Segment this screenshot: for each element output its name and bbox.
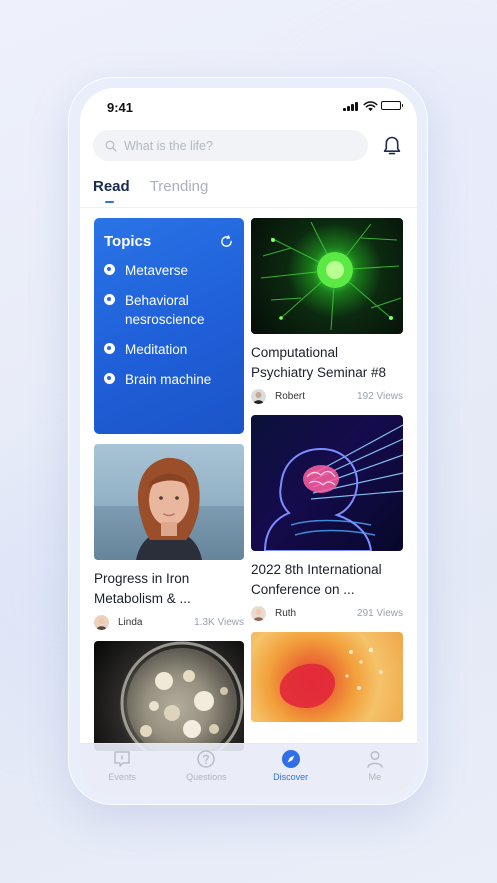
view-count: 1.3K Views (194, 617, 244, 628)
article-meta: Linda 1.3K Views (94, 615, 244, 630)
topic-label: Metaverse (125, 263, 189, 278)
topics-card[interactable]: Topics Metaverse Behavioral nesroscience… (94, 218, 244, 434)
feed-column-left: Topics Metaverse Behavioral nesroscience… (94, 218, 244, 751)
nav-discover[interactable]: Discover (256, 749, 326, 797)
cellular-signal-icon (343, 102, 358, 111)
author-name[interactable]: Robert (275, 391, 305, 402)
topic-label: Meditation (125, 342, 188, 357)
article-card[interactable]: Progress in Iron Metabolism & ... Linda … (94, 444, 244, 630)
tab-read[interactable]: Read (93, 178, 130, 203)
question-icon (197, 750, 216, 768)
article-card[interactable]: Computational Psychiatry Seminar #8 Robe… (251, 218, 403, 404)
active-tab-indicator (105, 201, 114, 203)
article-thumbnail (251, 632, 403, 722)
cell-texture-image (279, 647, 383, 708)
article-meta: Ruth 291 Views (251, 606, 403, 621)
nav-events[interactable]: Events (87, 749, 157, 797)
refresh-icon[interactable] (220, 235, 233, 248)
nav-me[interactable]: Me (340, 749, 410, 797)
nav-label: Discover (273, 772, 309, 782)
search-bar[interactable] (93, 130, 368, 161)
tab-trending[interactable]: Trending (150, 178, 209, 195)
topic-label: Brain machine (125, 372, 212, 387)
topic-item-behavioral-neuroscience[interactable]: Behavioral nesroscience (104, 291, 234, 329)
nav-label: Me (368, 772, 382, 782)
user-icon (367, 750, 383, 768)
status-bar: 9:41 (80, 88, 417, 128)
author-avatar[interactable] (94, 615, 109, 630)
petri-dish-image (120, 641, 244, 751)
header-divider (80, 207, 417, 208)
nav-label: Events (108, 772, 136, 782)
article-thumbnail (251, 218, 403, 334)
article-card[interactable]: 2022 8th International Conference on ...… (251, 415, 403, 621)
tab-bar: Read Trending (93, 178, 209, 203)
bell-icon[interactable] (382, 135, 402, 157)
brain-scan-image (263, 424, 403, 551)
search-input[interactable] (124, 138, 344, 153)
topic-item-metaverse[interactable]: Metaverse (104, 261, 234, 280)
topic-bullet-icon (104, 264, 115, 275)
article-thumbnail (251, 415, 403, 551)
topic-bullet-icon (104, 373, 115, 384)
battery-icon (381, 101, 403, 110)
search-icon (105, 140, 117, 152)
nav-questions[interactable]: Questions (171, 749, 241, 797)
app-screen: 9:41 Read Trending Topic (80, 88, 417, 797)
author-avatar[interactable] (251, 389, 266, 404)
topic-label: Behavioral nesroscience (125, 293, 205, 327)
article-meta: Robert 192 Views (251, 389, 403, 404)
topic-bullet-icon (104, 343, 115, 354)
neuron-image (260, 221, 402, 331)
bottom-navigation: Events Questions Discover Me (80, 743, 417, 797)
article-title: Computational Psychiatry Seminar #8 (251, 345, 387, 380)
compass-icon (281, 750, 300, 768)
article-card[interactable] (251, 632, 403, 722)
wifi-icon (363, 101, 378, 112)
topic-bullet-icon (104, 294, 115, 305)
feed-column-right: Computational Psychiatry Seminar #8 Robe… (251, 218, 403, 722)
topic-item-meditation[interactable]: Meditation (104, 340, 234, 359)
author-avatar[interactable] (251, 606, 266, 621)
topic-item-brain-machine[interactable]: Brain machine (104, 370, 234, 389)
status-time: 9:41 (107, 100, 134, 115)
article-thumbnail (94, 444, 244, 560)
tab-trending-label: Trending (149, 178, 209, 195)
article-title: 2022 8th International Conference on ... (251, 562, 382, 597)
author-name[interactable]: Ruth (275, 608, 296, 619)
article-thumbnail (94, 641, 244, 751)
tab-read-label: Read (93, 178, 130, 195)
article-title: Progress in Iron Metabolism & ... (94, 571, 191, 606)
view-count: 291 Views (357, 608, 403, 619)
nav-label: Questions (186, 772, 227, 782)
events-icon (114, 751, 130, 767)
author-name[interactable]: Linda (118, 617, 142, 628)
portrait-image (94, 457, 244, 560)
view-count: 192 Views (357, 391, 403, 402)
article-card[interactable] (94, 641, 244, 751)
topics-title: Topics (104, 233, 152, 250)
